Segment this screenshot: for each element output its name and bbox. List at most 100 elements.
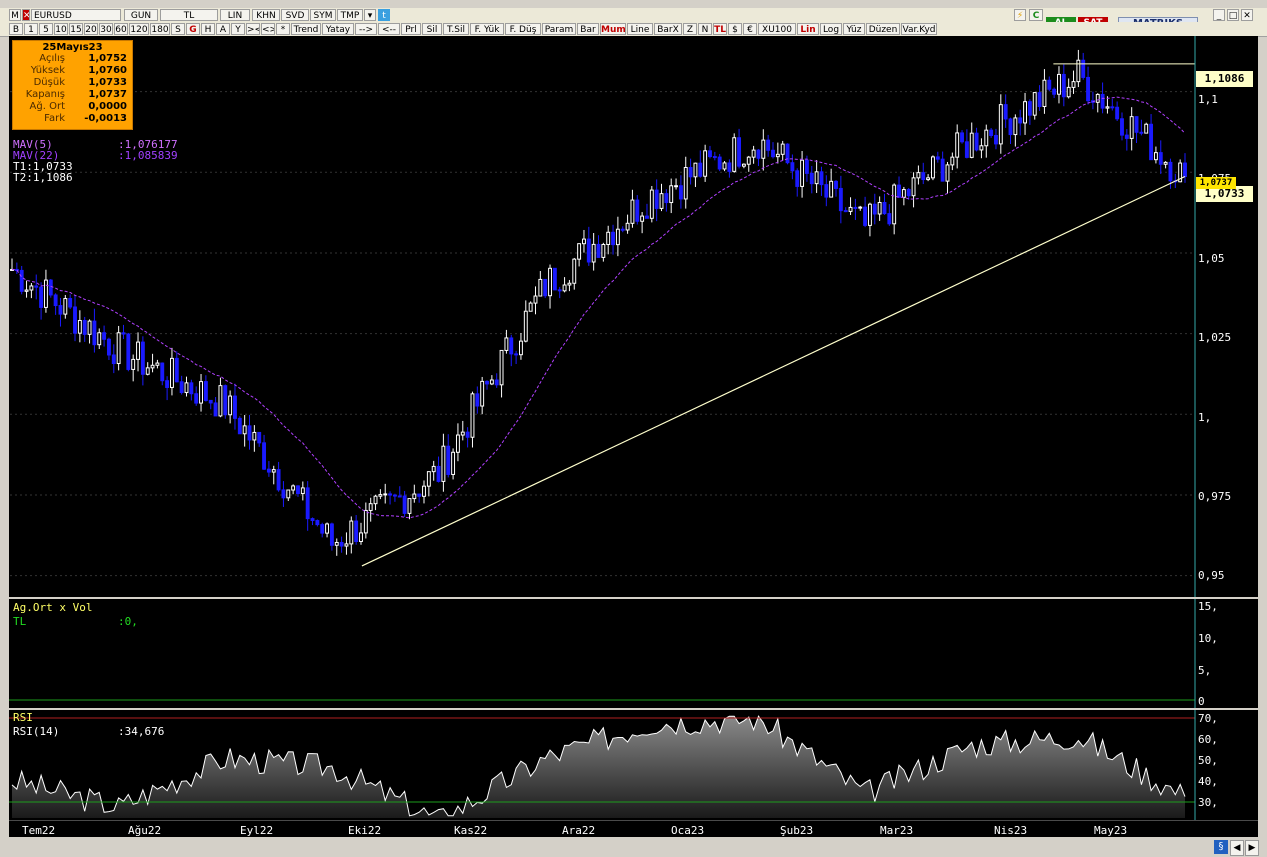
candle [136,341,140,360]
candle [82,319,87,335]
vol-y-tick: 10, [1198,632,1218,645]
candle [315,520,320,526]
candle [649,189,654,219]
chart-svg [9,36,1196,820]
last-price-box: 1,0737 [1196,177,1236,189]
trend-line [361,175,1186,567]
y-tick-label: 1,1 [1198,93,1218,106]
candle [601,243,606,258]
vol-panel-title: Ag.Ort x Vol [13,601,93,614]
candle [916,172,921,179]
x-tick-label: Oca23 [671,824,705,837]
candle [150,364,155,369]
candle [455,434,460,453]
candle [431,465,436,473]
candle [635,199,640,222]
candle [106,338,111,356]
candle [140,341,145,375]
candle [368,503,373,511]
y-tick-label: 1,025 [1198,331,1232,344]
rsi-y-tick: 60, [1198,733,1218,746]
candle [1158,152,1163,165]
mav5-series-line [12,80,1185,540]
candle [310,518,315,522]
candle [485,380,489,385]
candle [29,285,34,291]
candle [727,162,732,172]
vol-series-value: :0, [118,615,138,628]
candle [1081,59,1086,78]
x-tick-label: Kas22 [454,824,488,837]
candle [533,295,538,304]
candle [184,382,189,394]
candle [441,445,446,482]
candle [683,167,688,200]
candle [1153,152,1158,161]
candle [407,498,412,514]
candle [674,185,679,188]
candle [1105,106,1110,109]
candle [194,393,199,404]
candle [339,541,344,547]
scroll-left-icon[interactable]: ◀ [1230,840,1244,856]
candle [1124,134,1129,139]
candle [543,278,548,297]
candle [92,320,97,346]
candle [160,362,165,382]
y-tick-label: 1, [1198,411,1212,424]
candle [814,171,819,185]
candle [48,279,53,296]
candle [911,177,916,197]
candle [179,381,184,394]
candle [693,162,698,178]
candle [591,243,596,263]
candle [344,543,349,547]
candle [766,139,771,151]
candle [1183,162,1187,177]
x-tick-label: Eki22 [348,824,382,837]
candle [63,298,68,315]
candle [577,243,582,260]
x-tick-label: Ara22 [562,824,596,837]
candle [795,170,800,187]
candle [717,156,722,170]
sync-icon[interactable]: § [1214,840,1228,854]
candle [1139,131,1144,134]
candle [1057,73,1061,95]
x-axis[interactable] [9,820,1258,837]
candle [145,367,150,375]
candle [901,189,906,198]
y-tick-label: 0,975 [1198,490,1232,503]
panel-separator[interactable] [9,597,1258,599]
rsi-area [12,716,1185,818]
y-tick-label: 1,05 [1198,252,1225,265]
vol-y-tick: 5, [1198,664,1212,677]
candle [237,417,242,435]
candle [712,156,717,159]
panel-separator[interactable] [9,708,1258,710]
candle [548,267,552,297]
rsi-series-label: RSI(14) [13,725,60,738]
scroll-right-icon[interactable]: ▶ [1245,840,1259,856]
mav22-legend-value: :1,085839 [118,149,178,162]
candle [271,469,276,473]
candle [756,149,761,159]
candle [887,213,892,225]
candle [960,132,964,143]
candle [877,202,882,215]
candle [625,222,630,231]
candle [504,337,509,351]
x-tick-label: Eyl22 [240,824,274,837]
candle [170,357,174,388]
x-tick-label: May23 [1094,824,1128,837]
candle [775,153,780,158]
candle [281,489,286,499]
candle [867,203,872,226]
x-tick-label: Nis23 [994,824,1028,837]
vol-series-label: TL [13,615,27,628]
candle [422,485,426,497]
candle [654,189,659,209]
candle [378,494,383,497]
candle [509,337,514,355]
candle [989,129,994,136]
